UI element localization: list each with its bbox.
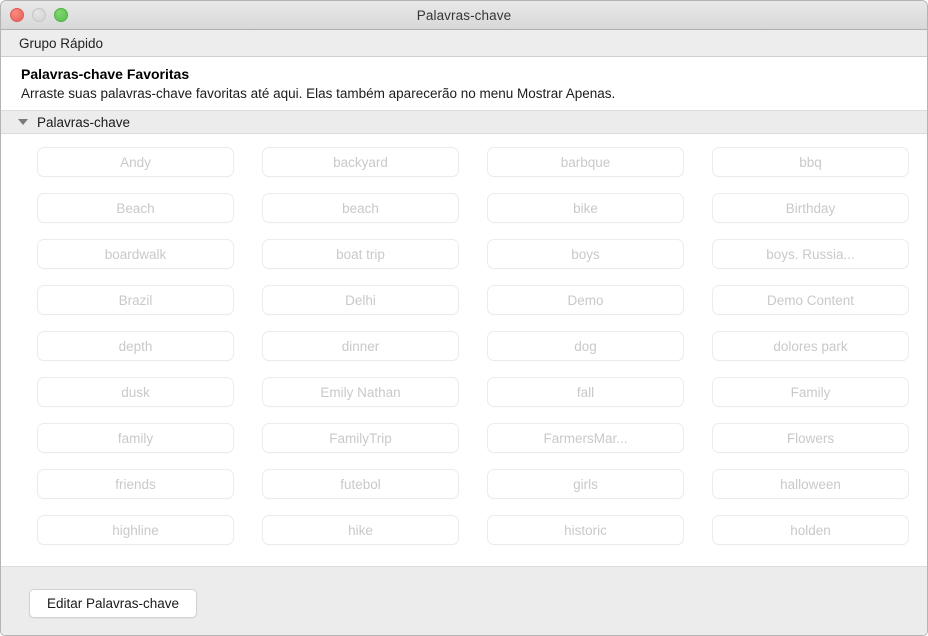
triangle-down-icon[interactable] [18,119,28,125]
keywords-section-title: Palavras-chave [37,114,131,130]
keywords-list-area: Andy backyard barbque bbq Beach beach bike Birt… [1,134,927,566]
window-controls [10,1,68,29]
keyword-chip[interactable]: Flowers [712,423,909,453]
keyword-chip[interactable]: Andy [37,147,234,177]
zoom-button[interactable] [54,8,68,22]
keyword-chip[interactable]: halloween [712,469,909,499]
keyword-chip[interactable]: dog [487,331,684,361]
keyword-chip[interactable]: boat trip [262,239,459,269]
keyword-chip[interactable]: FamilyTrip [262,423,459,453]
minimize-button[interactable] [32,8,46,22]
toolbar: Grupo Rápido [1,30,927,57]
keyword-chip[interactable]: Family [712,377,909,407]
keyword-chip[interactable]: boys. Russia... [712,239,909,269]
favorites-dropzone[interactable]: Palavras-chave Favoritas Arraste suas pa… [1,57,927,110]
keyword-chip[interactable]: dusk [37,377,234,407]
keyword-chip[interactable]: depth [37,331,234,361]
keyword-chip[interactable]: Demo [487,285,684,315]
keyword-chip[interactable]: Delhi [262,285,459,315]
keyword-chip[interactable]: boardwalk [37,239,234,269]
keyword-chip[interactable]: family [37,423,234,453]
keyword-chip[interactable]: fall [487,377,684,407]
keyword-chip[interactable]: backyard [262,147,459,177]
favorites-description: Arraste suas palavras-chave favoritas at… [21,86,616,101]
keyword-chip[interactable]: Brazil [37,285,234,315]
keyword-chip[interactable]: boys [487,239,684,269]
keyword-chip[interactable]: futebol [262,469,459,499]
keyword-chip[interactable]: holden [712,515,909,545]
keyword-chip[interactable]: FarmersMar... [487,423,684,453]
keywords-section-header[interactable]: Palavras-chave [1,110,927,134]
keyword-chip[interactable]: hike [262,515,459,545]
keyword-chip[interactable]: bike [487,193,684,223]
keyword-chip[interactable]: Birthday [712,193,909,223]
favorites-title: Palavras-chave Favoritas [21,66,190,82]
keyword-chip[interactable]: Demo Content [712,285,909,315]
keyword-chip[interactable]: highline [37,515,234,545]
close-button[interactable] [10,8,24,22]
keyword-chip[interactable]: Emily Nathan [262,377,459,407]
window-title: Palavras-chave [416,7,512,23]
keyword-chip[interactable]: beach [262,193,459,223]
keyword-chip[interactable]: friends [37,469,234,499]
keyword-chip[interactable]: historic [487,515,684,545]
keyword-chip[interactable]: dolores park [712,331,909,361]
keyword-chip[interactable]: Beach [37,193,234,223]
window-titlebar: Palavras-chave [1,1,927,30]
quick-group-label[interactable]: Grupo Rápido [19,36,103,51]
keyword-chip[interactable]: barbque [487,147,684,177]
keywords-grid: Andy backyard barbque bbq Beach beach bike Birt… [1,147,927,545]
window-footer: Editar Palavras-chave [1,566,927,635]
keyword-chip[interactable]: dinner [262,331,459,361]
edit-keywords-button[interactable]: Editar Palavras-chave [29,589,198,618]
keyword-chip[interactable]: bbq [712,147,909,177]
keywords-window: Palavras-chave Grupo Rápido Palavras-cha… [0,0,928,636]
keyword-chip[interactable]: girls [487,469,684,499]
